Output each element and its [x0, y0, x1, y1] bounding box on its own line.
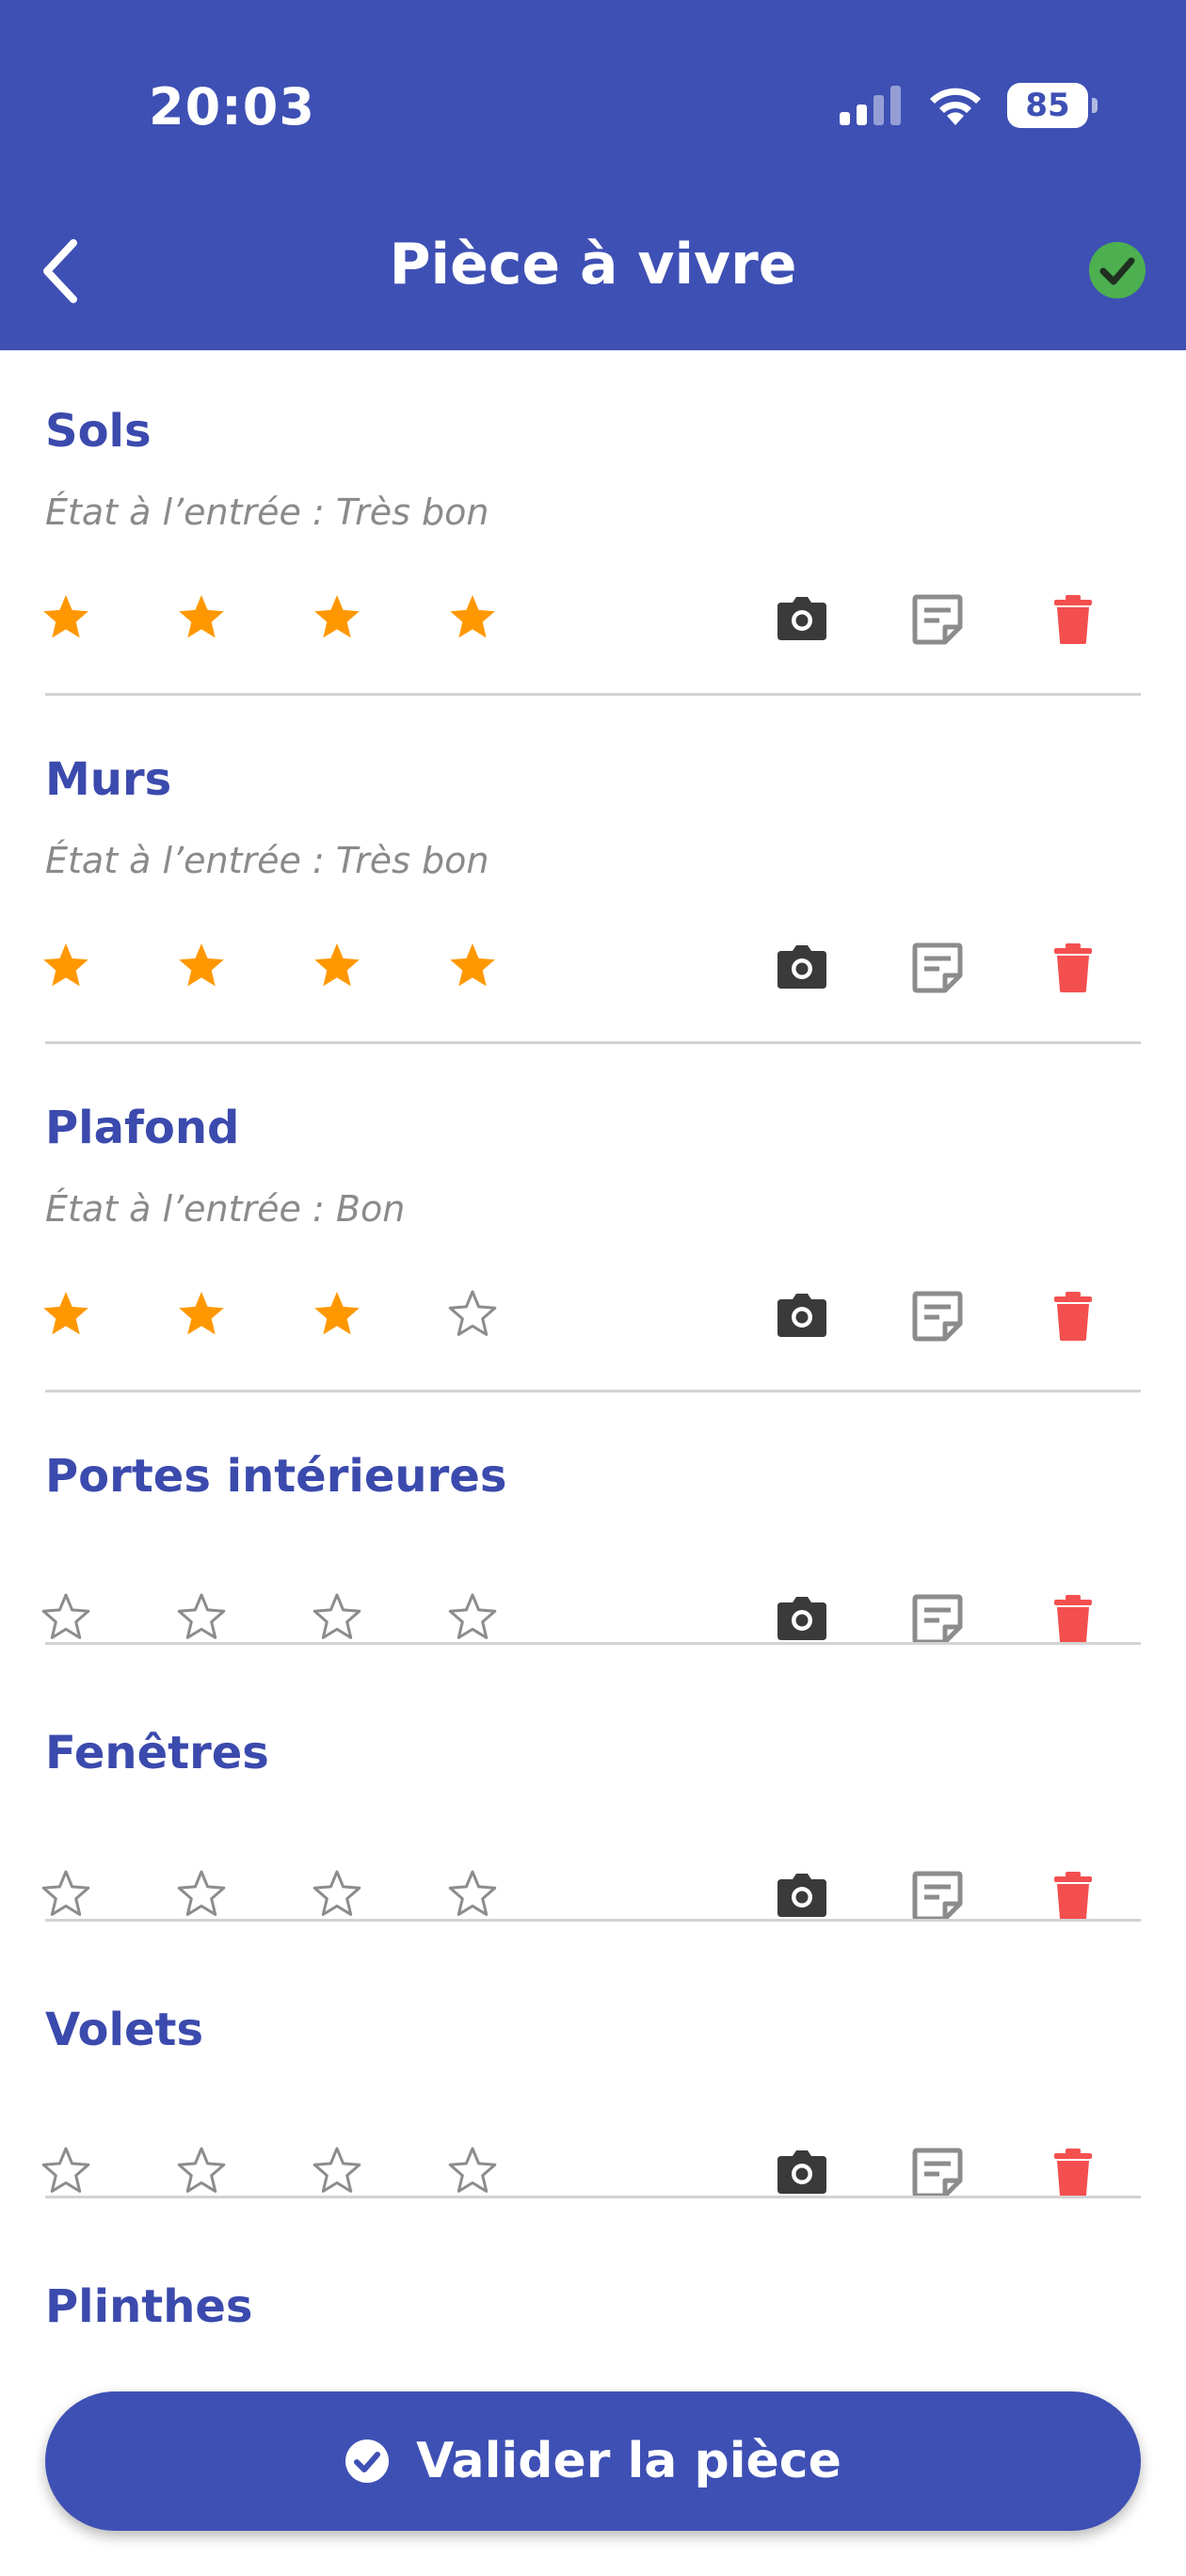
star-filled-icon[interactable]	[175, 1288, 228, 1341]
star-filled-icon[interactable]	[40, 940, 92, 992]
trash-icon[interactable]	[1045, 1288, 1101, 1344]
camera-icon[interactable]	[774, 1288, 830, 1344]
divider	[45, 693, 1141, 696]
star-empty-icon[interactable]	[40, 2145, 92, 2198]
page-title: Pièce à vivre	[389, 232, 797, 298]
star-filled-icon[interactable]	[175, 591, 228, 644]
item-entry-state: État à l’entrée : Très bon	[45, 840, 489, 881]
check-circle-icon[interactable]	[1088, 241, 1146, 299]
star-empty-icon[interactable]	[446, 1288, 499, 1341]
star-empty-icon[interactable]	[446, 1868, 499, 1921]
signal-icon	[840, 86, 901, 125]
star-empty-icon[interactable]	[40, 1868, 92, 1921]
item-title: Sols	[45, 405, 152, 458]
star-filled-icon[interactable]	[40, 591, 92, 644]
note-icon[interactable]	[909, 1591, 966, 1648]
camera-icon[interactable]	[774, 1591, 830, 1648]
divider	[45, 1919, 1141, 1922]
star-empty-icon[interactable]	[175, 2145, 228, 2198]
camera-icon[interactable]	[774, 591, 830, 648]
star-empty-icon[interactable]	[40, 1591, 92, 1644]
note-icon[interactable]	[909, 591, 966, 648]
star-empty-icon[interactable]	[311, 1868, 363, 1921]
star-filled-icon[interactable]	[311, 1288, 363, 1341]
divider	[45, 1390, 1141, 1393]
battery-level: 85	[1025, 87, 1070, 124]
item-title: Portes intérieures	[45, 1450, 507, 1503]
trash-icon[interactable]	[1045, 2145, 1101, 2201]
trash-icon[interactable]	[1045, 940, 1101, 996]
camera-icon[interactable]	[774, 2145, 830, 2201]
star-empty-icon[interactable]	[311, 2145, 363, 2198]
note-icon[interactable]	[909, 2145, 966, 2201]
item-title: Volets	[45, 2004, 204, 2056]
divider	[45, 1041, 1141, 1044]
divider	[45, 1642, 1141, 1645]
validate-room-label: Valider la pièce	[416, 2433, 841, 2489]
item-title: Plinthes	[45, 2280, 253, 2333]
camera-icon[interactable]	[774, 940, 830, 996]
note-icon[interactable]	[909, 1288, 966, 1344]
star-empty-icon[interactable]	[446, 1591, 499, 1644]
star-empty-icon[interactable]	[175, 1868, 228, 1921]
app-header: 20:03 85 Pièce à vivre	[0, 0, 1186, 350]
item-entry-state: État à l’entrée : Très bon	[45, 491, 489, 533]
item-title: Plafond	[45, 1102, 240, 1154]
star-filled-icon[interactable]	[311, 591, 363, 644]
check-circle-icon	[345, 2439, 390, 2483]
trash-icon[interactable]	[1045, 1591, 1101, 1648]
note-icon[interactable]	[909, 1868, 966, 1924]
item-title: Murs	[45, 753, 172, 806]
star-filled-icon[interactable]	[446, 940, 499, 992]
item-title: Fenêtres	[45, 1727, 269, 1779]
status-icons: 85	[838, 81, 1098, 130]
rating-row	[43, 1277, 1141, 1352]
star-empty-icon[interactable]	[311, 1591, 363, 1644]
star-filled-icon[interactable]	[446, 591, 499, 644]
rating-row	[43, 580, 1141, 655]
rating-row	[43, 928, 1141, 1004]
star-filled-icon[interactable]	[311, 940, 363, 992]
note-icon[interactable]	[909, 940, 966, 996]
star-empty-icon[interactable]	[175, 1591, 228, 1644]
validate-room-button[interactable]: Valider la pièce	[45, 2391, 1141, 2531]
divider	[45, 2196, 1141, 2198]
star-filled-icon[interactable]	[175, 940, 228, 992]
star-filled-icon[interactable]	[40, 1288, 92, 1341]
item-entry-state: État à l’entrée : Bon	[45, 1188, 406, 1230]
trash-icon[interactable]	[1045, 1868, 1101, 1924]
battery-indicator: 85	[1007, 83, 1098, 128]
camera-icon[interactable]	[774, 1868, 830, 1924]
star-empty-icon[interactable]	[446, 2145, 499, 2198]
wifi-icon	[930, 88, 981, 125]
status-time: 20:03	[149, 77, 315, 137]
trash-icon[interactable]	[1045, 591, 1101, 648]
